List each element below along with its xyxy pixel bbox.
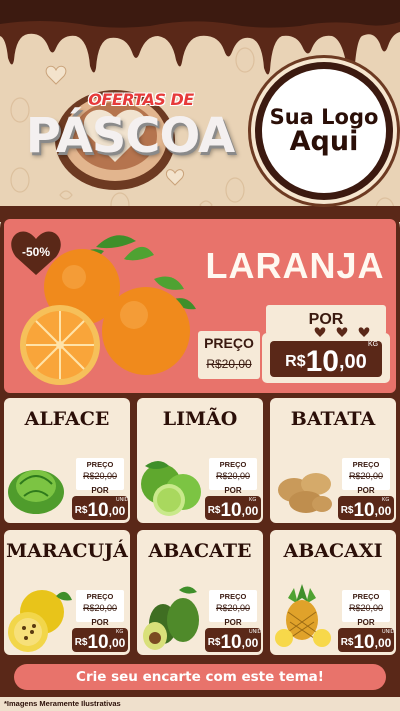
product-old-price: R$20,00 [82, 471, 118, 481]
product-price-label: PREÇO [86, 460, 114, 469]
hero-product-name: LARANJA [205, 245, 385, 286]
title-emblem: OFERTAS DE PÁSCOA [10, 58, 250, 198]
product-unit: KG [249, 497, 257, 503]
title-big: PÁSCOA [25, 108, 235, 164]
product-unit: UNID [249, 629, 262, 635]
product-price-label: PREÇO [352, 592, 380, 601]
easter-flyer: OFERTAS DE PÁSCOA Sua Logo Aqui -50% LAR… [0, 0, 400, 711]
product-unit: KG [382, 497, 390, 503]
product-unit: KG [116, 629, 124, 635]
product-price-int: 10 [353, 632, 375, 653]
product-card: ALFACE PREÇO R$20,00 POR R$ 10,00 UNID [4, 398, 130, 523]
product-card: BATATA PREÇO R$20,00 POR R$ 10,00 KG [270, 398, 396, 523]
passion-fruit-image [8, 590, 72, 652]
product-por-label: POR [224, 618, 242, 627]
product-name: BATATA [290, 408, 376, 430]
product-price-label: PREÇO [352, 460, 380, 469]
product-card: ABACAXI PREÇO R$20,00 POR R$ 10,00 UNID [270, 530, 396, 655]
product-por-label: POR [91, 618, 109, 627]
product-price-dec: ,00 [374, 504, 392, 518]
logo-placeholder[interactable]: Sua Logo Aqui [255, 62, 393, 200]
product-card: MARACUJÁ PREÇO R$20,00 POR R$ 10,00 KG [4, 530, 130, 655]
product-name: ALFACE [24, 408, 110, 430]
product-price-dec: ,00 [108, 636, 126, 650]
hero-price-dec: ,00 [339, 351, 367, 373]
product-price-int: 10 [87, 500, 109, 521]
product-por-label: POR [357, 486, 375, 495]
product-name: LIMÃO [162, 408, 238, 430]
product-currency: R$ [207, 505, 221, 516]
product-currency: R$ [74, 637, 88, 648]
disclaimer: *Imagens Meramente Ilustrativas [4, 699, 121, 708]
hero-old-price: R$20,00 [206, 357, 252, 371]
hero-por-label: POR [308, 311, 344, 328]
product-old-price: R$20,00 [348, 603, 384, 613]
product-price-dec: ,00 [241, 636, 259, 650]
hero-price-int: 10 [305, 345, 339, 378]
product-name: MARACUJÁ [6, 540, 128, 562]
title-small: OFERTAS DE [88, 90, 194, 109]
product-price-int: 10 [87, 632, 109, 653]
logo-line2: Aqui [289, 125, 359, 157]
product-price-label: PREÇO [219, 592, 247, 601]
product-old-price: R$20,00 [215, 603, 251, 613]
lime-image [141, 461, 201, 516]
product-old-price: R$20,00 [215, 471, 251, 481]
product-price-int: 10 [353, 500, 375, 521]
potato-image [278, 473, 332, 513]
product-por-label: POR [91, 486, 109, 495]
product-por-label: POR [357, 618, 375, 627]
product-price-dec: ,00 [108, 504, 126, 518]
product-por-label: POR [224, 486, 242, 495]
product-currency: R$ [74, 505, 88, 516]
product-old-price: R$20,00 [82, 603, 118, 613]
product-price-label: PREÇO [219, 460, 247, 469]
product-price-int: 10 [220, 500, 242, 521]
product-currency: R$ [207, 637, 221, 648]
product-old-price: R$20,00 [348, 471, 384, 481]
product-unit: UNID [382, 629, 395, 635]
product-name: ABACAXI [283, 540, 383, 562]
product-name: ABACATE [148, 540, 252, 562]
product-price-int: 10 [220, 632, 242, 653]
hero-card: -50% LARANJA PREÇO R$20,00 POR R$ 10,00 K… [4, 219, 396, 393]
product-price-dec: ,00 [241, 504, 259, 518]
lettuce-image [8, 470, 64, 514]
discount-badge: -50% [21, 245, 50, 259]
avocado-image [143, 586, 199, 650]
hero-new-price: R$ 10,00 [270, 341, 382, 377]
product-price-dec: ,00 [374, 636, 392, 650]
hero-unit: KG [368, 341, 379, 348]
hero-currency: R$ [285, 353, 306, 370]
product-card: LIMÃO PREÇO R$20,00 POR R$ 10,00 KG [137, 398, 263, 523]
cta-button[interactable]: Crie seu encarte com este tema! [14, 664, 386, 690]
product-currency: R$ [340, 637, 354, 648]
product-currency: R$ [340, 505, 354, 516]
header: OFERTAS DE PÁSCOA Sua Logo Aqui [0, 0, 400, 222]
logo-line1: Sua Logo [269, 104, 379, 129]
product-card: ABACATE PREÇO R$20,00 POR R$ 10,00 UNID [137, 530, 263, 655]
hero-price-label: PREÇO [204, 335, 254, 351]
product-unit: UNID [116, 497, 129, 503]
product-price-label: PREÇO [86, 592, 114, 601]
pineapple-image [275, 584, 331, 647]
